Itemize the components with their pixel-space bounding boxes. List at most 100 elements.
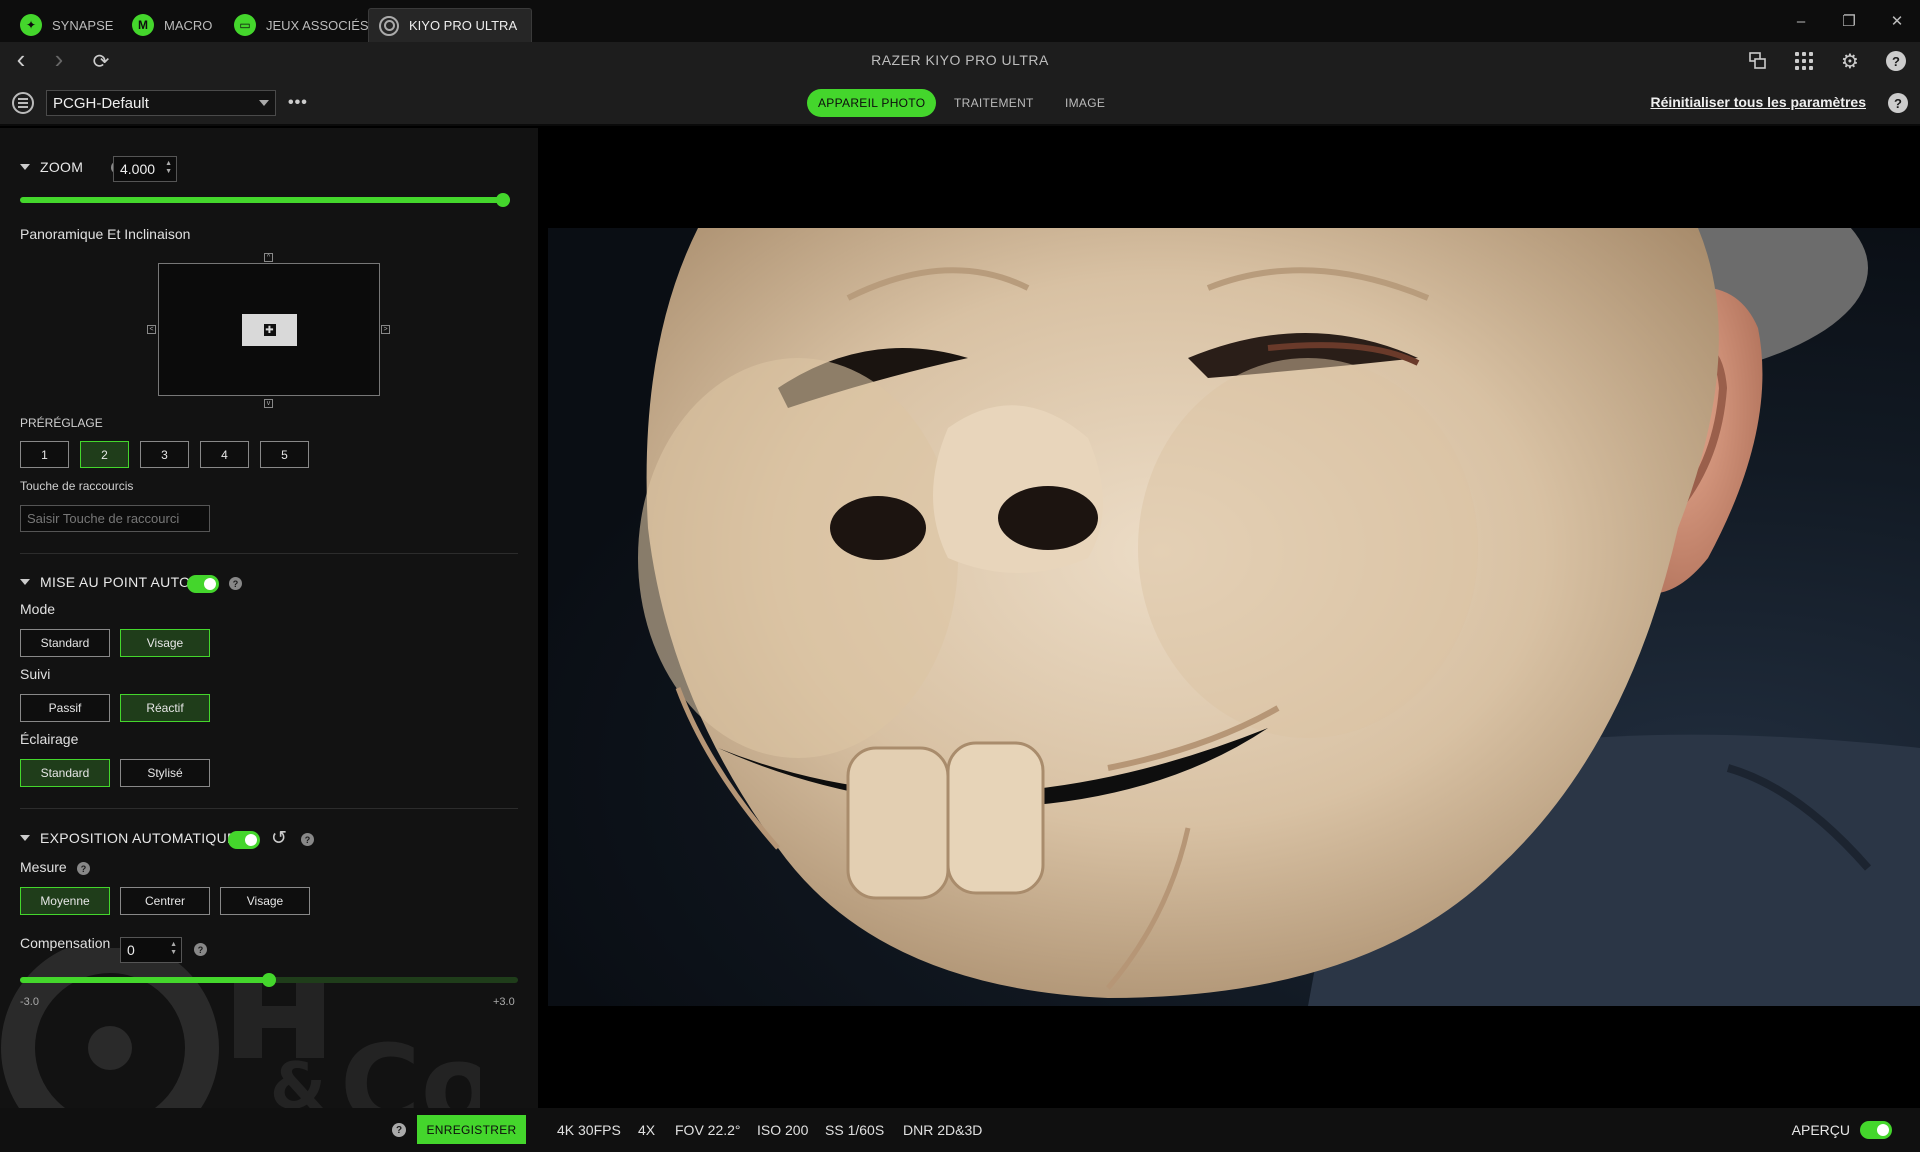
stat-iso: ISO 200 [757, 1122, 809, 1138]
close-button[interactable]: ✕ [1874, 6, 1920, 36]
compensation-value: 0 [127, 942, 135, 958]
stat-resolution: 4K 30FPS [557, 1122, 621, 1138]
profile-value: PCGH-Default [53, 94, 149, 112]
compensation-slider-handle[interactable] [262, 973, 276, 987]
mode-standard-button[interactable]: Standard [20, 629, 110, 657]
preview-toggle[interactable] [1860, 1121, 1892, 1139]
settings-gear-icon[interactable]: ⚙ [1835, 46, 1865, 76]
preset-button-5[interactable]: 5 [260, 441, 309, 468]
preset-label: PRÉRÉGLAGE [20, 416, 103, 430]
help-icon[interactable]: ? [77, 862, 90, 875]
tab-processing[interactable]: TRAITEMENT [943, 89, 1045, 117]
profile-dropdown[interactable]: PCGH-Default [46, 90, 276, 116]
razer-logo-icon: ✦ [20, 14, 42, 36]
watermark-logo-icon: & Co [1, 948, 480, 1108]
metering-average-button[interactable]: Moyenne [20, 887, 110, 915]
autofocus-section-header[interactable]: MISE AU POINT AUTO [20, 574, 190, 590]
toolbar: PCGH-Default ••• APPAREIL PHOTO TRAITEME… [0, 80, 1920, 126]
app-tab-kiyo[interactable]: KIYO PRO ULTRA [368, 8, 533, 42]
zoom-slider-fill [20, 197, 510, 203]
pan-left-icon[interactable]: < [147, 325, 156, 334]
tracking-label: Suivi [20, 666, 51, 682]
preview-label: APERÇU [1791, 1122, 1850, 1138]
stepper-arrows-icon[interactable]: ▲ ▼ [170, 941, 177, 957]
save-button[interactable]: ENREGISTRER [417, 1115, 526, 1144]
tracking-passive-button[interactable]: Passif [20, 694, 110, 722]
help-icon[interactable]: ? [194, 943, 207, 956]
preset-button-1[interactable]: 1 [20, 441, 69, 468]
reset-icon[interactable]: ↺ [271, 827, 287, 850]
app-tab-synapse[interactable]: ✦ SYNAPSE [10, 8, 127, 42]
stat-zoom: 4X [638, 1122, 656, 1138]
autoexposure-toggle[interactable] [228, 831, 260, 849]
help-icon[interactable]: ? [301, 833, 314, 846]
compensation-slider[interactable] [20, 973, 518, 987]
tracking-reactive-button[interactable]: Réactif [120, 694, 210, 722]
svg-text:&: & [270, 1050, 326, 1108]
help-icon[interactable]: ? [392, 1123, 406, 1137]
preset-button-2[interactable]: 2 [80, 441, 129, 468]
reset-all-link[interactable]: Réinitialiser tous les paramètres [1650, 94, 1866, 110]
preset-button-3[interactable]: 3 [140, 441, 189, 468]
restore-button[interactable]: ❐ [1826, 6, 1872, 36]
app-tab-label: KIYO PRO ULTRA [409, 18, 518, 33]
help-icon[interactable]: ? [229, 577, 242, 590]
autoexposure-section-header[interactable]: EXPOSITION AUTOMATIQUE [20, 830, 237, 846]
tab-camera[interactable]: APPAREIL PHOTO [807, 89, 937, 117]
autofocus-title: MISE AU POINT AUTO [40, 574, 191, 590]
macro-icon: M [132, 14, 154, 36]
zoom-title: ZOOM [40, 159, 84, 175]
compensation-min-label: -3.0 [20, 996, 39, 1008]
compensation-max-label: +3.0 [493, 996, 515, 1008]
collapse-triangle-icon [20, 579, 30, 585]
metering-label: Mesure [20, 859, 67, 875]
autofocus-toggle[interactable] [187, 575, 219, 593]
more-options-icon[interactable]: ••• [288, 94, 308, 112]
tilt-down-icon[interactable]: v [264, 399, 273, 408]
metering-center-button[interactable]: Centrer [120, 887, 210, 915]
apps-grid-icon[interactable] [1789, 46, 1819, 76]
zoom-input[interactable]: 4.000 ▲ ▼ [113, 156, 177, 182]
preset-button-4[interactable]: 4 [200, 441, 249, 468]
pan-tilt-handle[interactable] [242, 314, 297, 346]
zoom-slider-handle[interactable] [496, 193, 510, 207]
metering-face-button[interactable]: Visage [220, 887, 310, 915]
lighting-stylized-button[interactable]: Stylisé [120, 759, 210, 787]
tab-image[interactable]: IMAGE [1054, 89, 1116, 117]
tilt-up-icon[interactable]: ^ [264, 253, 273, 262]
stat-fov: FOV 22.2° [675, 1122, 741, 1138]
stat-shutter: SS 1/60S [825, 1122, 885, 1138]
pan-right-icon[interactable]: > [381, 325, 390, 334]
camera-feed-image [548, 228, 1920, 1006]
app-tab-label: JEUX ASSOCIÉS [266, 17, 369, 33]
app-tab-macro[interactable]: M MACRO [122, 8, 226, 42]
divider [20, 553, 518, 554]
pan-tilt-area[interactable] [158, 263, 380, 396]
autoexposure-title: EXPOSITION AUTOMATIQUE [40, 830, 237, 846]
lighting-label: Éclairage [20, 731, 79, 747]
app-tab-label: MACRO [164, 17, 213, 33]
title-bar: ✦ SYNAPSE M MACRO ▭ JEUX ASSOCIÉS KIYO P… [0, 0, 1920, 42]
help-icon[interactable]: ? [1888, 93, 1908, 113]
zoom-section-header[interactable]: ZOOM ? [20, 159, 125, 175]
compensation-input[interactable]: 0 ▲ ▼ [120, 937, 182, 963]
lighting-standard-button[interactable]: Standard [20, 759, 110, 787]
zoom-slider[interactable] [20, 193, 510, 207]
mask-face-illustration [638, 228, 1920, 1006]
app-tab-label: SYNAPSE [52, 17, 114, 33]
screen-share-icon[interactable] [1743, 46, 1773, 76]
app-tab-games[interactable]: ▭ JEUX ASSOCIÉS [224, 8, 383, 42]
gamepad-icon: ▭ [234, 14, 256, 36]
stepper-arrows-icon[interactable]: ▲ ▼ [165, 160, 172, 176]
shortcut-input[interactable]: Saisir Touche de raccourci [20, 505, 210, 532]
shortcut-label: Touche de raccourcis [20, 479, 134, 493]
pan-tilt-label: Panoramique Et Inclinaison [20, 226, 191, 242]
profile-icon[interactable] [12, 92, 34, 114]
collapse-triangle-icon [20, 164, 30, 170]
collapse-triangle-icon [20, 835, 30, 841]
minimize-button[interactable]: – [1778, 6, 1824, 36]
divider [20, 808, 518, 809]
mode-face-button[interactable]: Visage [120, 629, 210, 657]
support-icon[interactable]: ? [1881, 46, 1911, 76]
chevron-down-icon [259, 100, 269, 106]
